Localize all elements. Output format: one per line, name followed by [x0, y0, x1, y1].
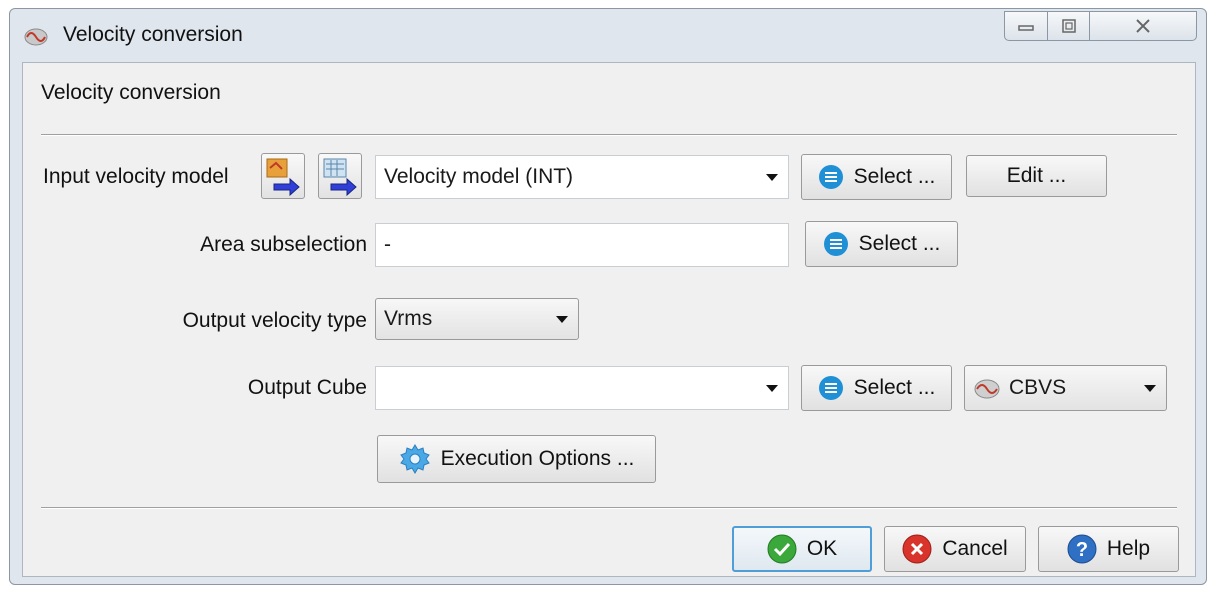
cancel-button[interactable]: Cancel	[884, 526, 1026, 572]
import-table-icon	[323, 158, 357, 197]
close-button[interactable]	[1089, 11, 1197, 41]
minimize-button[interactable]	[1004, 11, 1048, 41]
cancel-label: Cancel	[942, 537, 1008, 560]
output-format-dropdown[interactable]: CBVS	[964, 365, 1167, 411]
ok-button[interactable]: OK	[732, 526, 872, 572]
chevron-down-icon	[556, 316, 568, 323]
window-title: Velocity conversion	[63, 23, 243, 46]
chevron-down-icon	[766, 174, 778, 181]
import-horizon-button[interactable]	[261, 153, 305, 199]
import-horizon-icon	[266, 158, 300, 197]
dialog-client-area: Velocity conversion Input velocity model…	[22, 62, 1196, 577]
area-select-label: Select ...	[858, 232, 941, 255]
input-velocity-model-dropdown[interactable]: Velocity model (INT)	[375, 155, 789, 199]
cbvs-format-icon	[974, 379, 1000, 399]
input-model-select-button[interactable]: Select ...	[801, 154, 952, 200]
help-button[interactable]: ? Help	[1038, 526, 1179, 572]
list-icon	[818, 376, 843, 400]
help-label: Help	[1106, 537, 1151, 560]
svg-text:?: ?	[1076, 539, 1088, 561]
area-subselection-value: -	[384, 233, 391, 256]
app-logo-icon	[24, 28, 48, 46]
output-format-value: CBVS	[1009, 376, 1067, 399]
list-icon	[818, 165, 843, 189]
section-title: Velocity conversion	[41, 81, 221, 104]
output-velocity-type-label: Output velocity type	[182, 309, 367, 332]
gear-icon	[399, 444, 430, 474]
input-velocity-model-label: Input velocity model	[43, 165, 229, 188]
checkmark-icon	[767, 534, 797, 564]
output-cube-label: Output Cube	[247, 376, 367, 399]
help-icon: ?	[1067, 534, 1097, 564]
output-velocity-type-dropdown[interactable]: Vrms	[375, 298, 579, 340]
output-cube-dropdown[interactable]	[375, 366, 789, 410]
cancel-icon	[902, 534, 932, 564]
maximize-button[interactable]	[1047, 11, 1090, 41]
chevron-down-icon	[1144, 385, 1156, 392]
ok-label: OK	[806, 537, 838, 560]
input-velocity-model-value: Velocity model (INT)	[384, 165, 574, 188]
title-bar[interactable]: Velocity conversion	[10, 9, 1206, 61]
maximize-icon	[1061, 19, 1076, 33]
list-icon	[823, 232, 848, 256]
area-select-button[interactable]: Select ...	[805, 221, 958, 267]
input-model-edit-label: Edit ...	[1006, 164, 1067, 187]
area-subselection-label: Area subselection	[200, 233, 367, 256]
area-subselection-field[interactable]: -	[375, 223, 789, 267]
output-cube-select-button[interactable]: Select ...	[801, 365, 952, 411]
input-model-select-label: Select ...	[853, 165, 936, 188]
close-icon	[1136, 19, 1150, 33]
execution-options-label: Execution Options ...	[440, 447, 635, 470]
top-separator	[41, 134, 1177, 136]
minimize-icon	[1018, 25, 1034, 31]
input-model-edit-button[interactable]: Edit ...	[966, 155, 1107, 197]
chevron-down-icon	[766, 385, 778, 392]
execution-options-button[interactable]: Execution Options ...	[377, 435, 656, 483]
dialog-window: Velocity conversion Velocity conversion …	[9, 8, 1207, 585]
output-cube-select-label: Select ...	[853, 376, 936, 399]
output-velocity-type-value: Vrms	[384, 307, 433, 330]
import-table-button[interactable]	[318, 153, 362, 199]
bottom-separator	[41, 507, 1177, 509]
